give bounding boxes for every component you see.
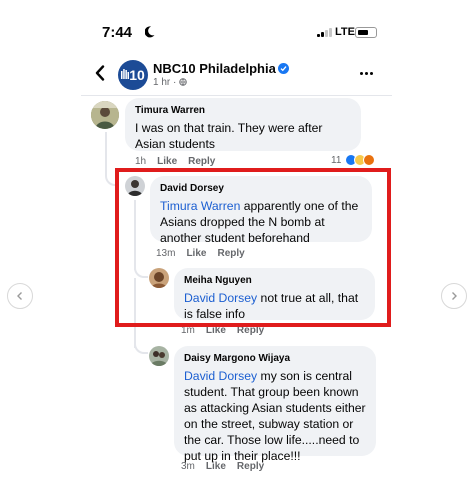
status-bar: 7:44 LTE <box>81 24 392 44</box>
reply-button[interactable]: Reply <box>188 156 215 167</box>
reply-button[interactable]: Reply <box>237 461 264 472</box>
reaction-count: 11 <box>331 154 342 166</box>
avatar[interactable] <box>91 101 119 129</box>
page-avatar-text: 10 <box>129 67 145 83</box>
comment-bubble[interactable]: Timura Warren I was on that train. They … <box>125 98 361 151</box>
post-header: 10 NBC10 Philadelphia 1 hr · <box>81 58 392 92</box>
reaction-summary[interactable]: 11 <box>331 154 376 166</box>
verified-badge-icon <box>277 63 289 74</box>
like-button[interactable]: Like <box>157 156 177 167</box>
chevron-left-icon <box>17 292 22 300</box>
comment-bubble[interactable]: Daisy Margono Wijaya David Dorsey my son… <box>174 346 376 463</box>
carousel-next-button[interactable] <box>441 283 467 309</box>
comment-time: 1h <box>135 156 147 167</box>
like-button[interactable]: Like <box>206 461 226 472</box>
battery-icon <box>355 27 377 38</box>
page-avatar[interactable]: 10 <box>118 60 148 90</box>
moon-icon <box>145 26 155 38</box>
comment-text: David Dorsey my son is central student. … <box>184 368 366 464</box>
comment-time: 3m <box>181 461 195 472</box>
more-options-icon[interactable] <box>360 72 373 75</box>
chevron-right-icon <box>452 292 457 300</box>
globe-icon <box>179 78 187 86</box>
status-time: 7:44 <box>102 24 133 41</box>
mention-link[interactable]: David Dorsey <box>184 369 257 383</box>
comment-text-body: my son is central student. That group be… <box>184 369 366 463</box>
thread-connector <box>134 342 148 354</box>
post-meta: 1 hr · <box>153 77 187 88</box>
angry-reaction-icon <box>363 154 376 166</box>
comment-author[interactable]: Daisy Margono Wijaya <box>184 352 366 365</box>
back-arrow-icon[interactable] <box>95 65 105 81</box>
page-name-text: NBC10 Philadelphia <box>153 61 276 76</box>
comment-actions: 1h Like Reply <box>135 156 215 167</box>
avatar[interactable] <box>149 346 169 366</box>
signal-icon <box>317 28 332 37</box>
comment-author[interactable]: Timura Warren <box>135 104 351 117</box>
peacock-logo-icon <box>121 69 129 79</box>
header-divider <box>81 95 392 96</box>
network-label: LTE <box>335 26 355 38</box>
comment-actions: 3m Like Reply <box>181 461 264 472</box>
thread-line <box>105 132 107 162</box>
highlight-box <box>115 168 391 327</box>
page-name[interactable]: NBC10 Philadelphia <box>153 61 289 76</box>
comment-text: I was on that train. They were after Asi… <box>135 121 323 151</box>
post-time: 1 hr · <box>153 77 177 88</box>
carousel-prev-button[interactable] <box>7 283 33 309</box>
